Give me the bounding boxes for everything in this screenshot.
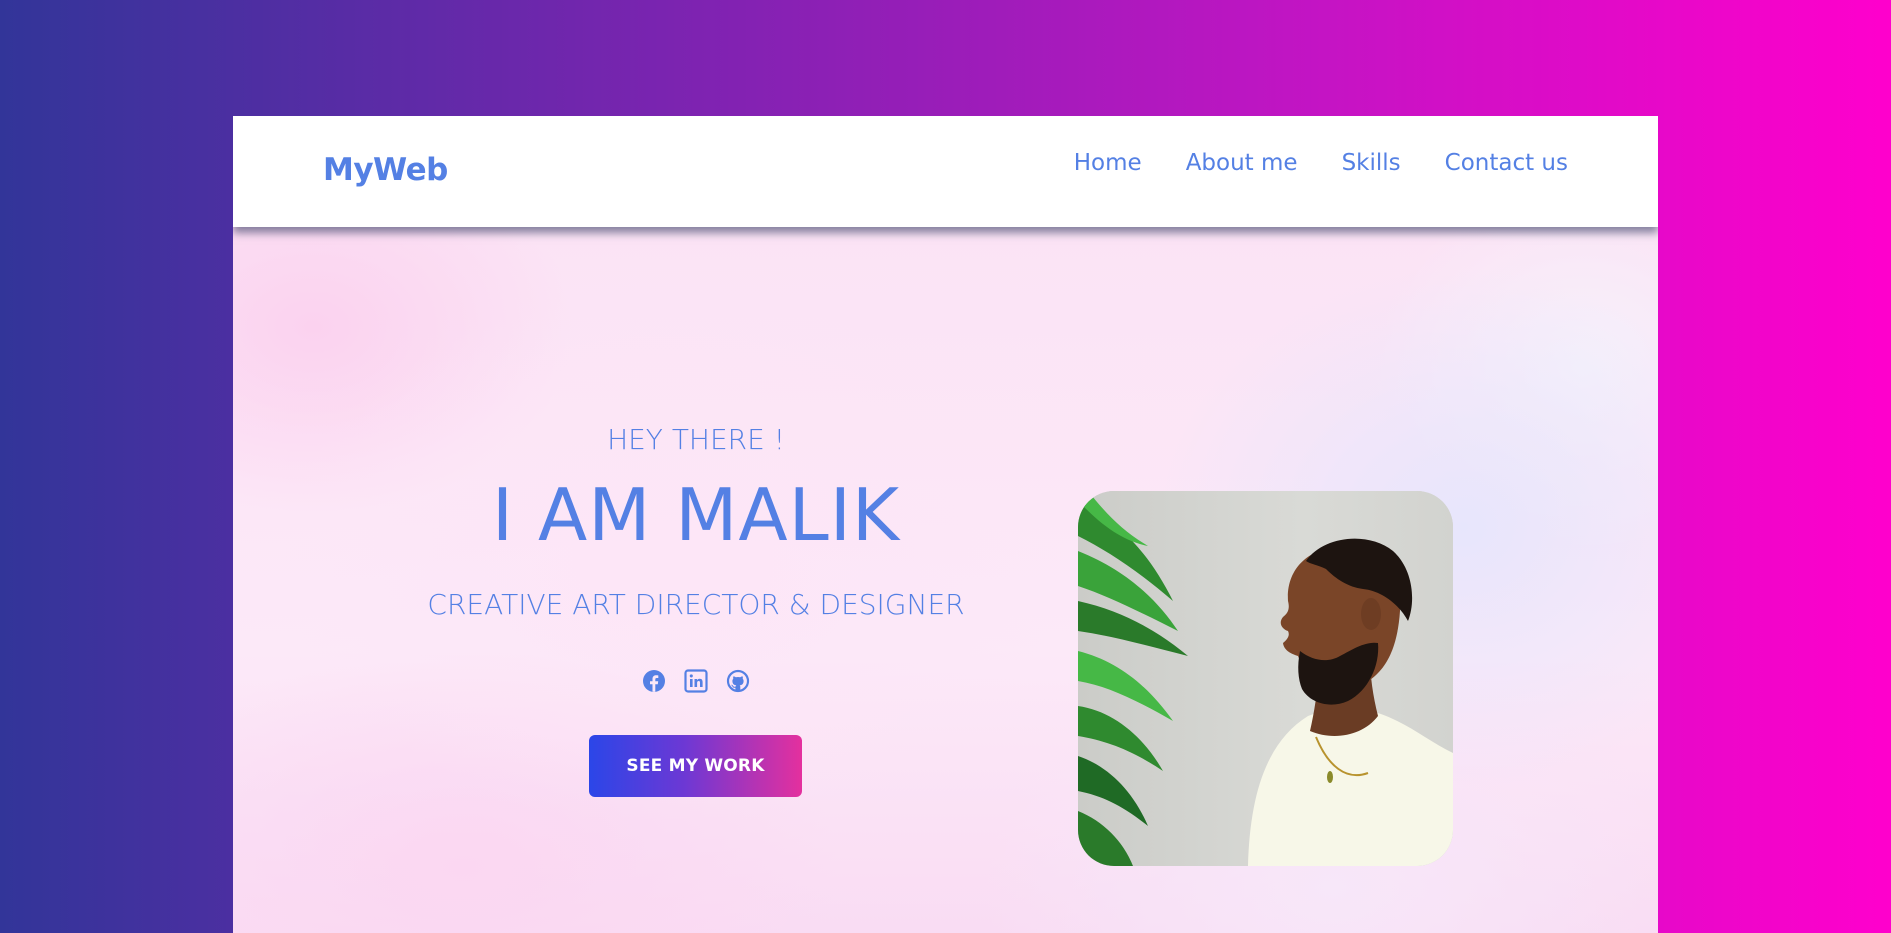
profile-photo-illustration [1078,491,1453,866]
facebook-icon[interactable] [642,669,666,693]
nav-links: Home About me Skills Contact us [1074,150,1568,176]
profile-photo [1078,491,1453,866]
github-icon[interactable] [726,669,750,693]
nav-link-skills[interactable]: Skills [1342,150,1401,176]
navbar: MyWeb Home About me Skills Contact us [233,116,1658,227]
hero-role: CREATIVE ART DIRECTOR & DESIGNER [427,588,965,621]
brand-logo[interactable]: MyWeb [323,152,448,188]
nav-link-contact[interactable]: Contact us [1445,150,1568,176]
hero-name: I AM MALIK [491,473,901,557]
website-frame: MyWeb Home About me Skills Contact us HE… [233,116,1658,933]
hero-section: HEY THERE ! I AM MALIK CREATIVE ART DIRE… [233,227,1658,933]
see-my-work-button[interactable]: SEE MY WORK [589,735,802,797]
linkedin-icon[interactable] [684,669,708,693]
hero-greeting: HEY THERE ! [607,423,785,456]
social-links [233,669,1159,693]
nav-link-home[interactable]: Home [1074,150,1142,176]
nav-link-about[interactable]: About me [1186,150,1298,176]
